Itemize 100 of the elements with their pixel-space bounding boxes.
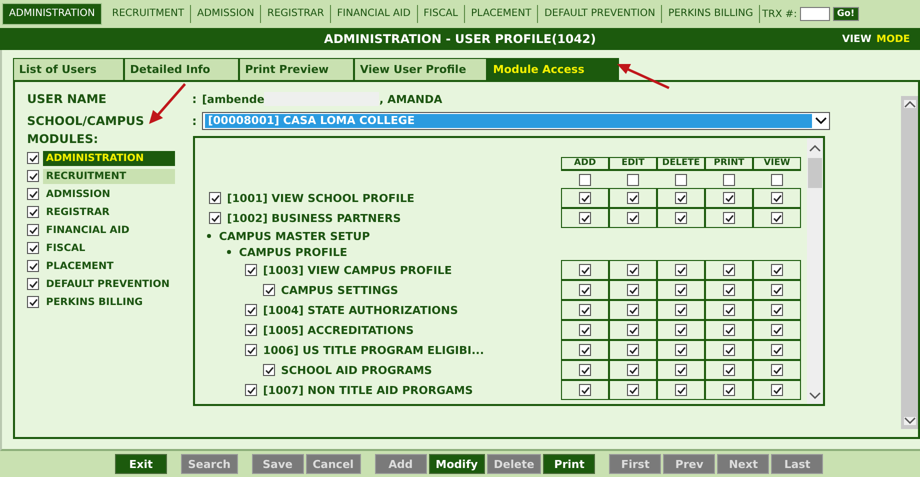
module-checkbox[interactable] [27,296,39,308]
scroll-up-icon[interactable] [904,100,916,108]
nav-tab[interactable]: RECRUITMENT [106,5,192,23]
permission-checkbox[interactable] [627,212,639,224]
nav-tab[interactable]: FISCAL [418,5,465,23]
permission-checkbox[interactable] [209,212,221,224]
permission-checkbox[interactable] [675,192,687,204]
select-all-checkbox[interactable] [627,174,639,186]
permission-checkbox[interactable] [771,212,783,224]
permission-checkbox[interactable] [627,192,639,204]
module-checkbox[interactable] [27,206,39,218]
permission-checkbox[interactable] [579,212,591,224]
permission-checkbox[interactable] [771,192,783,204]
permission-checkbox[interactable] [723,192,735,204]
permission-checkbox[interactable] [675,364,687,376]
module-checkbox[interactable] [27,224,39,236]
module-checkbox[interactable] [27,170,39,182]
module-item[interactable]: ADMISSION [43,186,175,202]
module-checkbox[interactable] [27,278,39,290]
nav-tab[interactable]: PLACEMENT [465,5,538,23]
tab[interactable]: List of Users [13,58,124,80]
select-all-checkbox[interactable] [771,174,783,186]
permission-checkbox[interactable] [579,364,591,376]
nav-tab[interactable]: DEFAULT PREVENTION [538,5,662,23]
toolbar-button[interactable]: Exit [115,454,167,474]
permission-checkbox[interactable] [675,344,687,356]
permission-checkbox[interactable] [771,344,783,356]
select-all-checkbox[interactable] [579,174,591,186]
permission-checkbox[interactable] [245,264,257,276]
scroll-up-icon[interactable] [809,144,821,152]
permission-checkbox[interactable] [723,384,735,396]
permission-checkbox[interactable] [627,324,639,336]
permission-checkbox[interactable] [245,344,257,356]
permission-checkbox[interactable] [723,344,735,356]
nav-tab[interactable]: REGISTRAR [261,5,332,23]
tab[interactable]: Module Access [487,58,619,80]
tab[interactable]: Print Preview [239,58,354,80]
permission-checkbox[interactable] [723,324,735,336]
permission-checkbox[interactable] [245,384,257,396]
select-all-checkbox[interactable] [723,174,735,186]
permission-checkbox[interactable] [723,304,735,316]
permission-checkbox[interactable] [209,192,221,204]
permission-checkbox[interactable] [627,284,639,296]
permission-checkbox[interactable] [627,264,639,276]
permission-checkbox[interactable] [675,212,687,224]
permission-checkbox[interactable] [723,284,735,296]
nav-tab[interactable]: PERKINS BILLING [662,5,760,23]
permission-checkbox[interactable] [627,364,639,376]
module-item[interactable]: PERKINS BILLING [43,294,175,310]
nav-tab[interactable]: ADMISSION [191,5,262,23]
permission-checkbox[interactable] [627,344,639,356]
permission-checkbox[interactable] [723,264,735,276]
scroll-thumb[interactable] [808,158,822,188]
permission-checkbox[interactable] [675,284,687,296]
permission-checkbox[interactable] [723,364,735,376]
module-item[interactable]: PLACEMENT [43,258,175,274]
nav-tab[interactable]: ADMINISTRATION [2,3,102,25]
permission-checkbox[interactable] [771,384,783,396]
permission-checkbox[interactable] [579,304,591,316]
permission-checkbox[interactable] [771,304,783,316]
permission-checkbox[interactable] [627,304,639,316]
select-all-checkbox[interactable] [675,174,687,186]
permission-checkbox[interactable] [675,304,687,316]
permission-checkbox[interactable] [579,264,591,276]
permission-checkbox[interactable] [263,284,275,296]
permission-checkbox[interactable] [579,284,591,296]
module-checkbox[interactable] [27,152,39,164]
tab[interactable]: View User Profile [354,58,487,80]
caret-icon[interactable] [815,117,827,125]
permission-checkbox[interactable] [675,264,687,276]
module-item[interactable]: DEFAULT PREVENTION [43,276,175,292]
module-item[interactable]: REGISTRAR [43,204,175,220]
permission-checkbox[interactable] [675,384,687,396]
toolbar-button[interactable]: Modify [428,454,485,474]
permission-checkbox[interactable] [771,324,783,336]
module-checkbox[interactable] [27,242,39,254]
permission-checkbox[interactable] [627,384,639,396]
trx-input[interactable] [800,7,830,21]
permission-checkbox[interactable] [579,324,591,336]
module-item[interactable]: FISCAL [43,240,175,256]
permission-checkbox[interactable] [771,364,783,376]
module-checkbox[interactable] [27,260,39,272]
permission-checkbox[interactable] [579,384,591,396]
permission-checkbox[interactable] [771,284,783,296]
permission-checkbox[interactable] [579,344,591,356]
permission-checkbox[interactable] [579,192,591,204]
permission-checkbox[interactable] [771,264,783,276]
scrollbar[interactable] [901,96,918,429]
tab[interactable]: Detailed Info [124,58,239,80]
permission-checkbox[interactable] [263,364,275,376]
permission-checkbox[interactable] [723,212,735,224]
scrollbar[interactable] [807,138,823,404]
scroll-down-icon[interactable] [904,417,916,425]
permission-checkbox[interactable] [245,324,257,336]
module-checkbox[interactable] [27,188,39,200]
go-button[interactable]: Go! [832,7,859,21]
toolbar-button[interactable]: Print [543,454,596,474]
permission-checkbox[interactable] [675,324,687,336]
permission-checkbox[interactable] [245,304,257,316]
module-item[interactable]: FINANCIAL AID [43,222,175,238]
